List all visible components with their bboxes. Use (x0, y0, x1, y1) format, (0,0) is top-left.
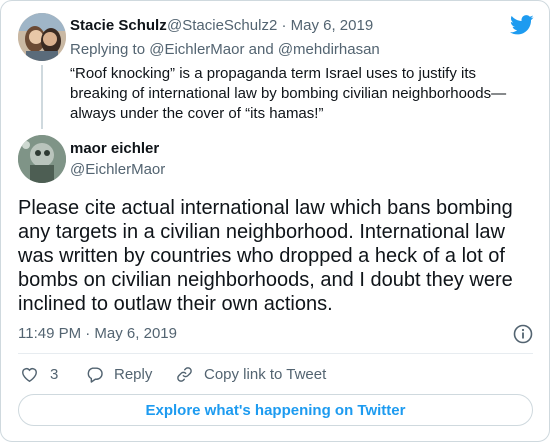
replying-to-line[interactable]: Replying to @EichlerMaor and @mehdirhasa… (70, 41, 380, 58)
copy-link-button[interactable]: Copy link to Tweet (175, 365, 326, 384)
reply-button[interactable]: Reply (85, 365, 152, 384)
parent-tweet-text: “Roof knocking” is a propaganda term Isr… (70, 65, 507, 122)
like-count: 3 (50, 366, 59, 383)
main-tweet-text: Please cite actual international law whi… (18, 197, 513, 315)
info-icon[interactable] (513, 324, 533, 344)
tweet-timestamp[interactable]: 11:49 PM · May 6, 2019 (18, 325, 177, 342)
link-icon (177, 367, 192, 382)
heart-icon (22, 368, 37, 383)
avatar-maor-eichler[interactable] (18, 135, 66, 183)
main-author-handle[interactable]: @EichlerMaor (70, 161, 165, 178)
avatar-stacie-schulz[interactable] (18, 13, 66, 61)
tweet-embed-card: Stacie Schulz @StacieSchulz2 · May 6, 20… (0, 0, 550, 442)
copy-link-label: Copy link to Tweet (204, 366, 327, 383)
main-author-name[interactable]: maor eichler (70, 140, 159, 157)
reply-label: Reply (114, 366, 153, 383)
thread-connector (41, 65, 43, 129)
parent-author-handle-date[interactable]: @StacieSchulz2 · May 6, 2019 (167, 17, 373, 34)
divider (18, 353, 533, 354)
parent-author-name[interactable]: Stacie Schulz (70, 17, 167, 34)
explore-twitter-button[interactable]: Explore what's happening on Twitter (18, 394, 533, 426)
like-button[interactable]: 3 (20, 365, 58, 384)
twitter-logo-icon[interactable] (510, 15, 534, 35)
reply-icon (87, 367, 103, 383)
